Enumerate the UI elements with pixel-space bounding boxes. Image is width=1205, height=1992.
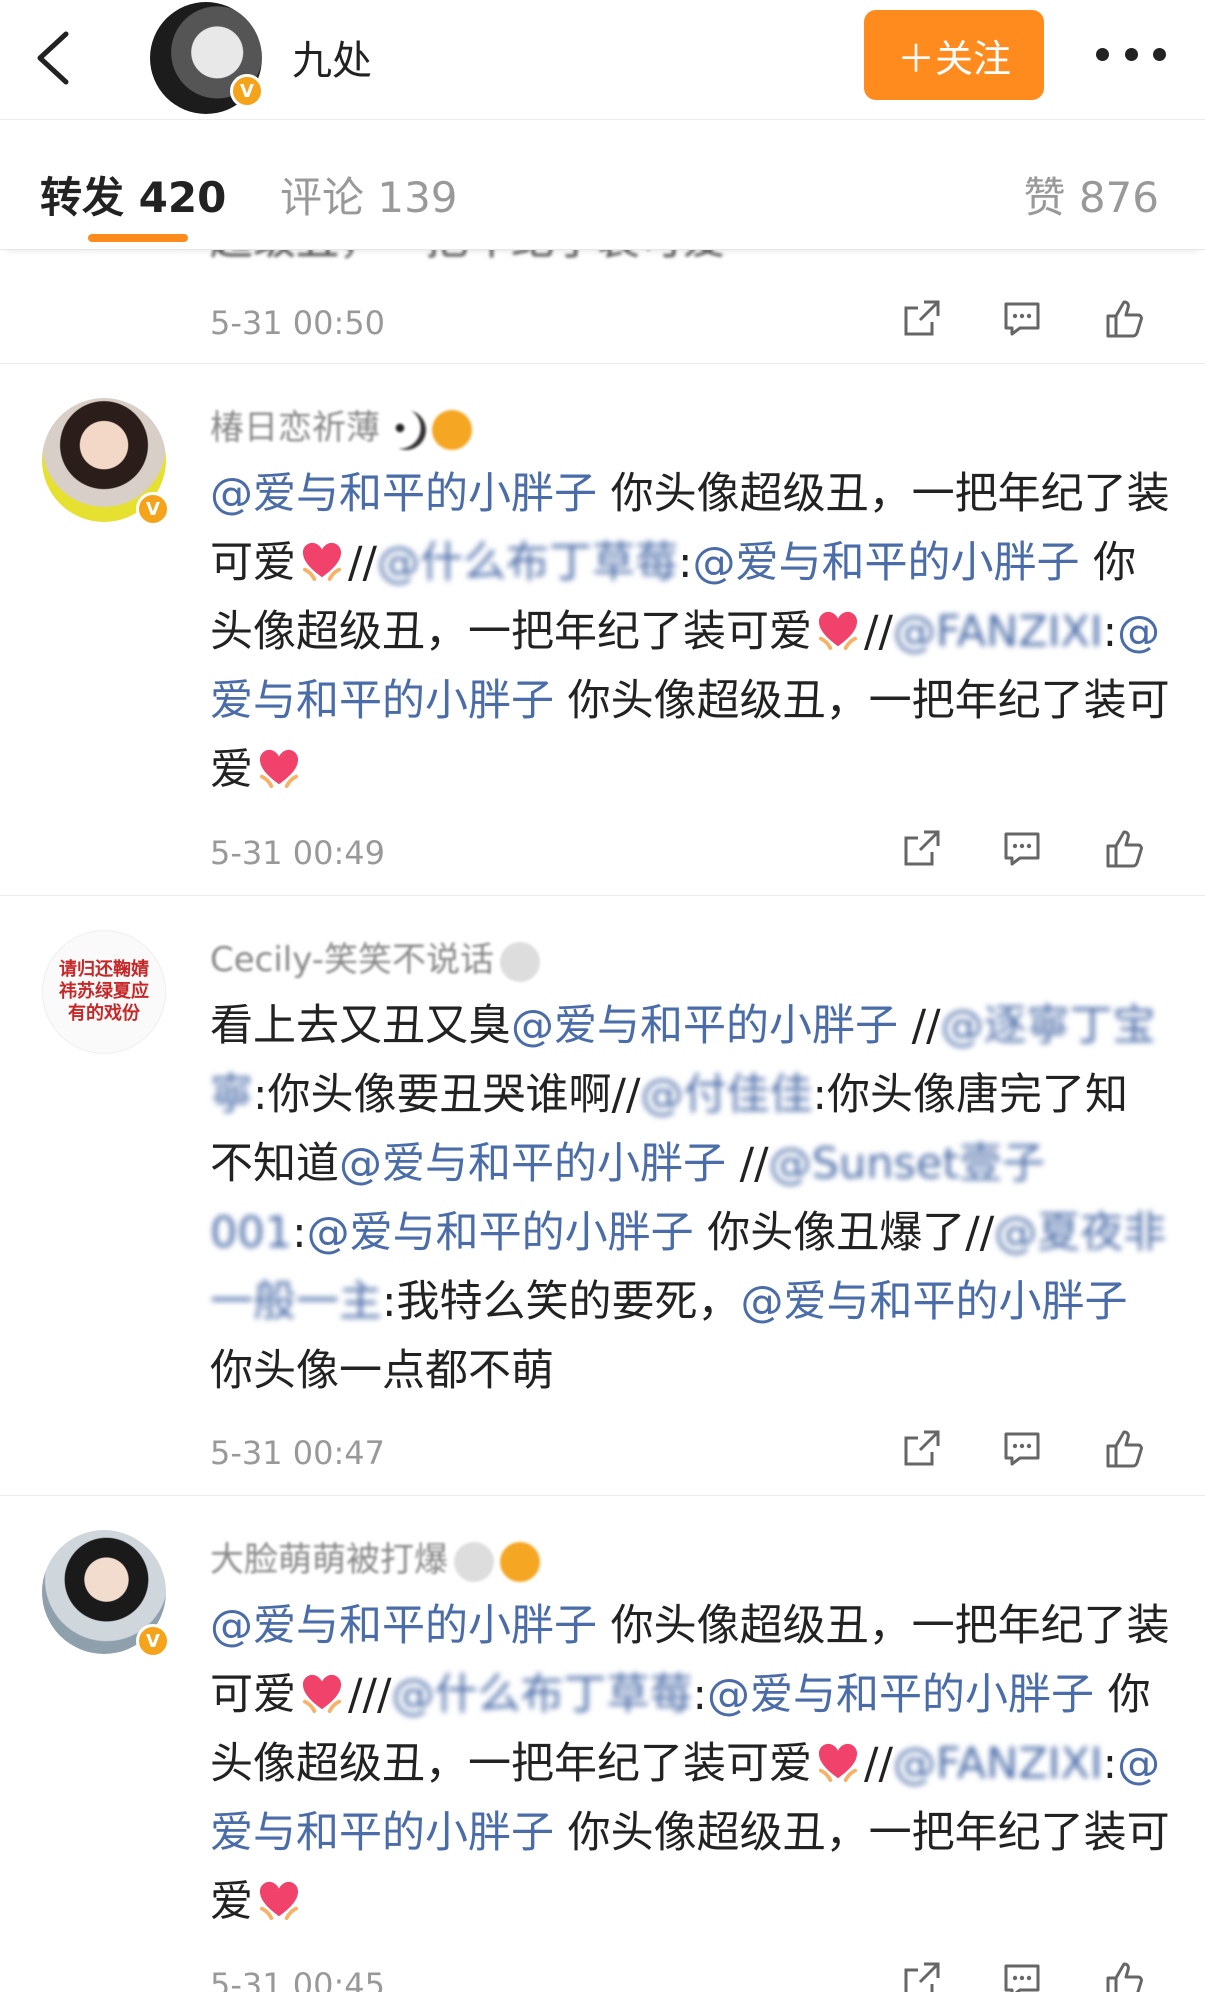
top-bar: V 九处 ＋关注 — [0, 0, 1205, 120]
text-run: // — [726, 1139, 769, 1189]
comment-icon[interactable] — [1000, 1426, 1044, 1470]
heart-emoji-icon — [818, 611, 858, 650]
repost-meta: 5-31 00:50 — [210, 296, 1170, 346]
mention-link[interactable]: @爱与和平的小胖子 — [741, 1277, 1128, 1327]
thumbs-up-icon[interactable] — [1102, 826, 1146, 870]
mention-link[interactable]: @爱与和平的小胖子 — [210, 469, 597, 519]
emoji-icon — [500, 941, 541, 982]
text-run: :你头像要丑哭谁啊// — [253, 1070, 641, 1120]
heart-emoji-icon — [259, 1881, 299, 1920]
action-bar — [900, 1958, 1150, 1992]
mention-link[interactable]: @爱与和平的小胖子 — [692, 538, 1079, 588]
mention-link[interactable]: @爱与和平的小胖子 — [511, 1001, 898, 1051]
text-run: // — [864, 607, 893, 657]
emoji-icon — [454, 1541, 494, 1582]
username[interactable]: 大脸萌萌被打爆 — [210, 1532, 540, 1582]
comment-icon[interactable] — [1000, 826, 1044, 870]
username[interactable]: Cecily-笑笑不说话 — [210, 932, 541, 982]
mention-link[interactable]: @付佳佳 — [640, 1070, 812, 1120]
share-icon[interactable] — [900, 296, 944, 340]
repost-text: 看上去又丑又臭@爱与和平的小胖子 //@逐寧丁宝寧:你头像要丑哭谁啊//@付佳佳… — [210, 992, 1170, 1406]
mention-link[interactable]: @FANZIXI — [893, 1739, 1103, 1789]
text-run: : — [1102, 607, 1118, 657]
text-run: : — [1102, 1739, 1118, 1789]
username[interactable]: 椿日恋祈薄 — [210, 400, 472, 450]
repost-list[interactable]: 超级丑，一把年纪了装可爱 5-31 00:50 V 椿日恋祈薄 @爱与和平的小胖… — [0, 250, 1205, 1992]
text-run: 看上去又丑又臭 — [210, 1001, 511, 1051]
mention-link[interactable]: @FANZIXI — [893, 607, 1103, 657]
mention-link[interactable]: @爱与和平的小胖子 — [210, 1601, 597, 1651]
thumbs-up-icon[interactable] — [1102, 1426, 1146, 1470]
comment-icon[interactable] — [1000, 296, 1044, 340]
text-run: /// — [348, 1670, 392, 1720]
verified-badge-icon: V — [136, 1624, 170, 1658]
mention-link[interactable]: @爱与和平的小胖子 — [307, 1208, 694, 1258]
text-run: : — [292, 1208, 307, 1258]
text-run: // — [348, 538, 377, 588]
repost-text: @爱与和平的小胖子 你头像超级丑，一把年纪了装可爱//@什么布丁草莓:@爱与和平… — [210, 460, 1170, 805]
mention-link[interactable]: @什么布丁草莓 — [377, 538, 678, 588]
mention-link[interactable]: @爱与和平的小胖子 — [339, 1139, 726, 1189]
timestamp: 5-31 00:47 — [210, 1434, 386, 1472]
action-bar — [900, 1426, 1150, 1476]
avatar[interactable]: V — [42, 1530, 170, 1658]
tab-bar: 转发 420 评论 139 赞 876 — [0, 120, 1205, 250]
repost-text: @爱与和平的小胖子 你头像超级丑，一把年纪了装可爱///@什么布丁草莓:@爱与和… — [210, 1592, 1170, 1937]
avatar-text: 请归还鞠婧祎苏绿夏应有的戏份 — [59, 959, 149, 1024]
profile-avatar[interactable]: V — [150, 2, 264, 114]
repost-meta: 5-31 00:47 — [210, 1426, 1170, 1476]
text-run: : — [692, 1670, 707, 1720]
verified-badge-icon: V — [136, 492, 170, 526]
action-bar — [900, 826, 1150, 876]
heart-emoji-icon — [259, 749, 299, 788]
list-item: V 大脸萌萌被打爆 @爱与和平的小胖子 你头像超级丑，一把年纪了装可爱///@什… — [0, 1496, 1205, 1992]
mention-link[interactable]: @什么布丁草莓 — [391, 1670, 692, 1720]
timestamp: 5-31 00:50 — [210, 304, 386, 342]
follow-button[interactable]: ＋关注 — [864, 10, 1044, 100]
heart-emoji-icon — [302, 1674, 342, 1713]
comment-icon[interactable] — [1000, 1958, 1044, 1992]
thumbs-up-icon[interactable] — [1102, 296, 1146, 340]
list-item: 超级丑，一把年纪了装可爱 5-31 00:50 — [0, 250, 1205, 364]
heart-emoji-icon — [818, 1743, 858, 1782]
text-run: 你头像丑爆了// — [693, 1208, 995, 1258]
list-item: 请归还鞠婧祎苏绿夏应有的戏份 Cecily-笑笑不说话 看上去又丑又臭@爱与和平… — [0, 896, 1205, 1496]
timestamp: 5-31 00:45 — [210, 1966, 386, 1992]
repost-meta: 5-31 00:45 — [210, 1958, 1170, 1992]
list-item: V 椿日恋祈薄 @爱与和平的小胖子 你头像超级丑，一把年纪了装可爱//@什么布丁… — [0, 364, 1205, 896]
repost-meta: 5-31 00:49 — [210, 826, 1170, 876]
thumbs-up-icon[interactable] — [1102, 1958, 1146, 1992]
action-bar — [900, 296, 1150, 346]
pufferfish-emoji-icon — [432, 409, 472, 450]
tab-repost[interactable]: 转发 420 — [40, 164, 226, 225]
share-icon[interactable] — [900, 826, 944, 870]
tab-like[interactable]: 赞 876 — [1023, 164, 1159, 225]
active-tab-indicator — [88, 234, 188, 242]
pufferfish-emoji-icon — [500, 1541, 540, 1582]
avatar[interactable]: 请归还鞠婧祎苏绿夏应有的戏份 — [42, 930, 166, 1054]
tab-comment[interactable]: 评论 139 — [280, 164, 458, 225]
verified-badge-icon: V — [230, 74, 264, 108]
panda-emoji-icon — [386, 409, 426, 450]
repost-text-fragment: 超级丑，一把年纪了装可爱 — [210, 250, 1170, 275]
text-run: // — [864, 1739, 893, 1789]
text-run: 你头像一点都不萌 — [210, 1346, 554, 1396]
share-icon[interactable] — [900, 1426, 944, 1470]
timestamp: 5-31 00:49 — [210, 834, 386, 872]
mention-link[interactable]: @爱与和平的小胖子 — [707, 1670, 1094, 1720]
text-run: // — [898, 1001, 941, 1051]
chevron-left-icon[interactable] — [30, 28, 80, 88]
avatar[interactable]: V — [42, 398, 170, 526]
heart-emoji-icon — [302, 542, 342, 581]
text-run: : — [677, 538, 693, 588]
text-run: :我特么笑的要死， — [382, 1277, 741, 1327]
more-dots-icon[interactable] — [1096, 48, 1166, 62]
profile-name[interactable]: 九处 — [292, 28, 372, 86]
share-icon[interactable] — [900, 1958, 944, 1992]
